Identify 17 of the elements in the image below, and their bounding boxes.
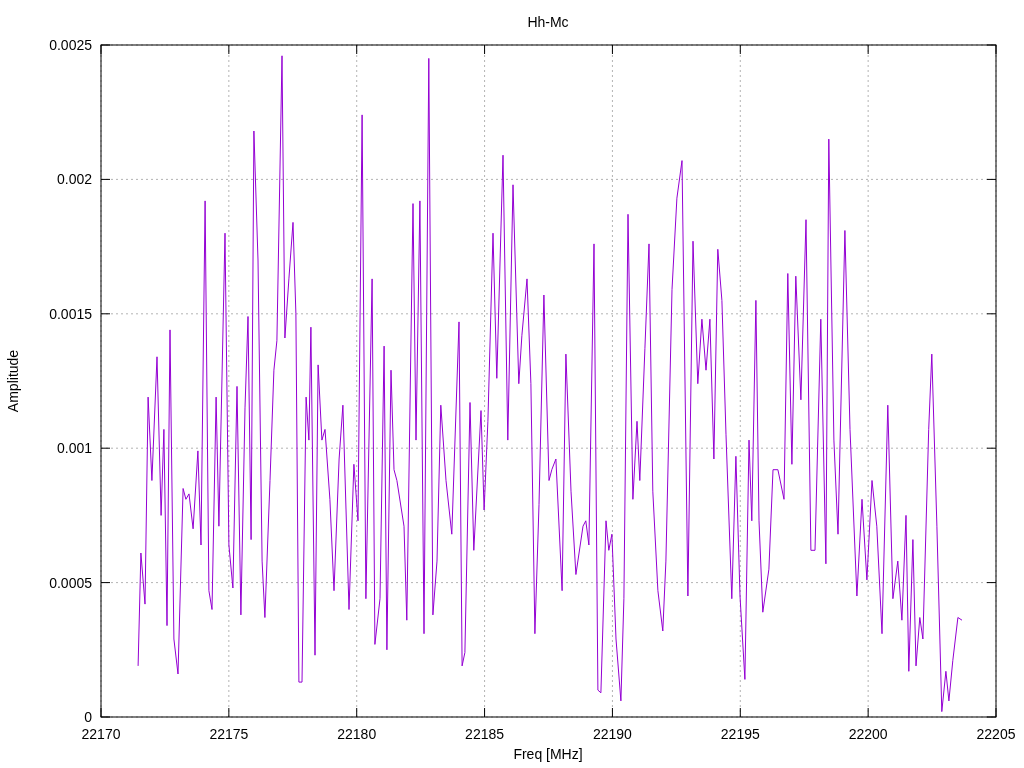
tick-label: 0.0025 — [49, 37, 92, 53]
tick-label: 0.002 — [56, 171, 92, 188]
tick-label: 22190 — [592, 726, 632, 742]
axis-label: Freq [MHz] — [513, 746, 583, 762]
tick-label: 22185 — [465, 726, 505, 742]
tick-label: 0.0005 — [49, 574, 92, 591]
tick-label: 0 — [84, 709, 92, 725]
chart-title: Hh-Mc — [527, 14, 569, 30]
tick-label: 22180 — [337, 726, 377, 742]
tick-label: 0.001 — [56, 440, 92, 457]
tick-label: 22205 — [976, 726, 1016, 742]
axis-label: Amplitude — [5, 349, 21, 413]
tick-label: 22175 — [209, 726, 249, 742]
tick-label: 22195 — [720, 726, 760, 742]
tick-label: 22170 — [81, 726, 121, 742]
tick-label: 0.0015 — [49, 305, 92, 322]
tick-label: 22200 — [848, 726, 888, 742]
